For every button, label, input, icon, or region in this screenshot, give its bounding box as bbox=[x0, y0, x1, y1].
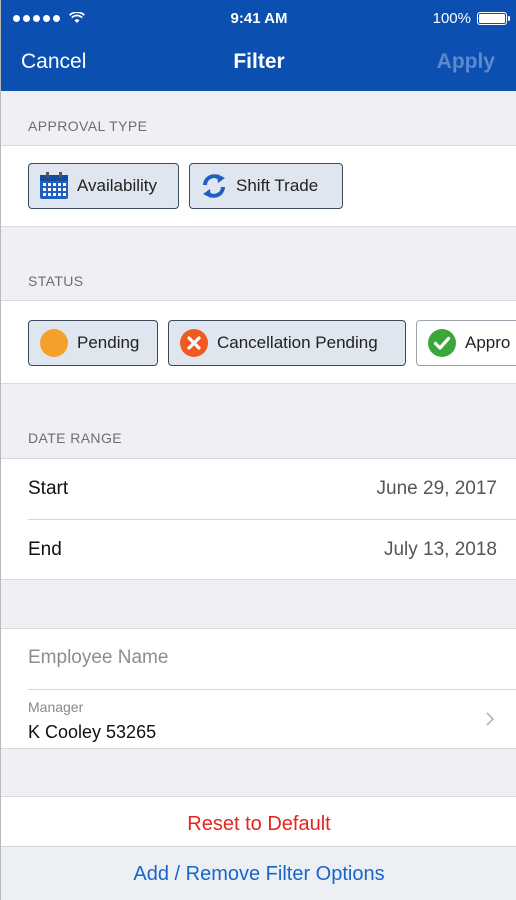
orange-circle-icon bbox=[40, 329, 68, 357]
chip-label: Pending bbox=[77, 333, 140, 352]
calendar-icon bbox=[40, 172, 68, 199]
chip-label: Shift Trade bbox=[236, 176, 319, 195]
bottom-toolbar: Add / Remove Filter Options bbox=[1, 846, 516, 900]
employee-name-field[interactable]: Employee Name bbox=[1, 629, 516, 688]
add-remove-filter-options-button[interactable]: Add / Remove Filter Options bbox=[1, 863, 516, 886]
start-date-row[interactable]: Start June 29, 2017 bbox=[1, 459, 516, 518]
date-range-header: DATE RANGE bbox=[28, 430, 122, 446]
status-header: STATUS bbox=[28, 273, 84, 289]
x-circle-icon bbox=[180, 329, 208, 357]
chip-cancellation-pending[interactable]: Cancellation Pending bbox=[168, 320, 406, 366]
chip-label: Cancellation Pending bbox=[217, 333, 378, 352]
battery-icon bbox=[477, 12, 510, 25]
end-date-row[interactable]: End July 13, 2018 bbox=[1, 520, 516, 579]
approval-type-band: Availability Shift Trade bbox=[1, 145, 516, 227]
start-date-value: June 29, 2017 bbox=[376, 478, 497, 499]
chip-approved[interactable]: Appro bbox=[416, 320, 516, 366]
status-band: Pending Cancellation Pending Appro bbox=[1, 300, 516, 384]
chevron-right-icon bbox=[486, 712, 495, 726]
people-band: Employee Name Manager K Cooley 53265 bbox=[1, 628, 516, 749]
navigation-bar: Cancel Filter Apply bbox=[1, 40, 516, 91]
date-range-band: Start June 29, 2017 End July 13, 2018 bbox=[1, 458, 516, 580]
manager-row[interactable]: Manager K Cooley 53265 bbox=[1, 690, 516, 749]
chip-label: Appro bbox=[465, 333, 511, 352]
chip-pending[interactable]: Pending bbox=[28, 320, 158, 366]
end-label: End bbox=[28, 539, 62, 560]
filter-screen: 9:41 AM 100% Cancel Filter Apply APPROVA… bbox=[0, 0, 516, 900]
battery-percent: 100% bbox=[432, 10, 471, 27]
start-label: Start bbox=[28, 478, 69, 499]
battery-indicator: 100% bbox=[432, 10, 510, 27]
swap-arrows-icon bbox=[203, 174, 225, 198]
reset-to-default-button[interactable]: Reset to Default bbox=[1, 813, 516, 836]
manager-label: Manager bbox=[28, 699, 84, 715]
end-date-value: July 13, 2018 bbox=[383, 539, 497, 560]
chip-label: Availability bbox=[77, 176, 158, 195]
manager-value: K Cooley 53265 bbox=[28, 722, 157, 742]
chip-shift-trade[interactable]: Shift Trade bbox=[189, 163, 343, 209]
check-circle-icon bbox=[428, 329, 456, 357]
employee-name-placeholder: Employee Name bbox=[28, 647, 169, 668]
status-bar: 9:41 AM 100% bbox=[1, 0, 516, 40]
chip-availability[interactable]: Availability bbox=[28, 163, 179, 209]
approval-type-header: APPROVAL TYPE bbox=[28, 118, 148, 134]
apply-button[interactable]: Apply bbox=[437, 50, 495, 74]
